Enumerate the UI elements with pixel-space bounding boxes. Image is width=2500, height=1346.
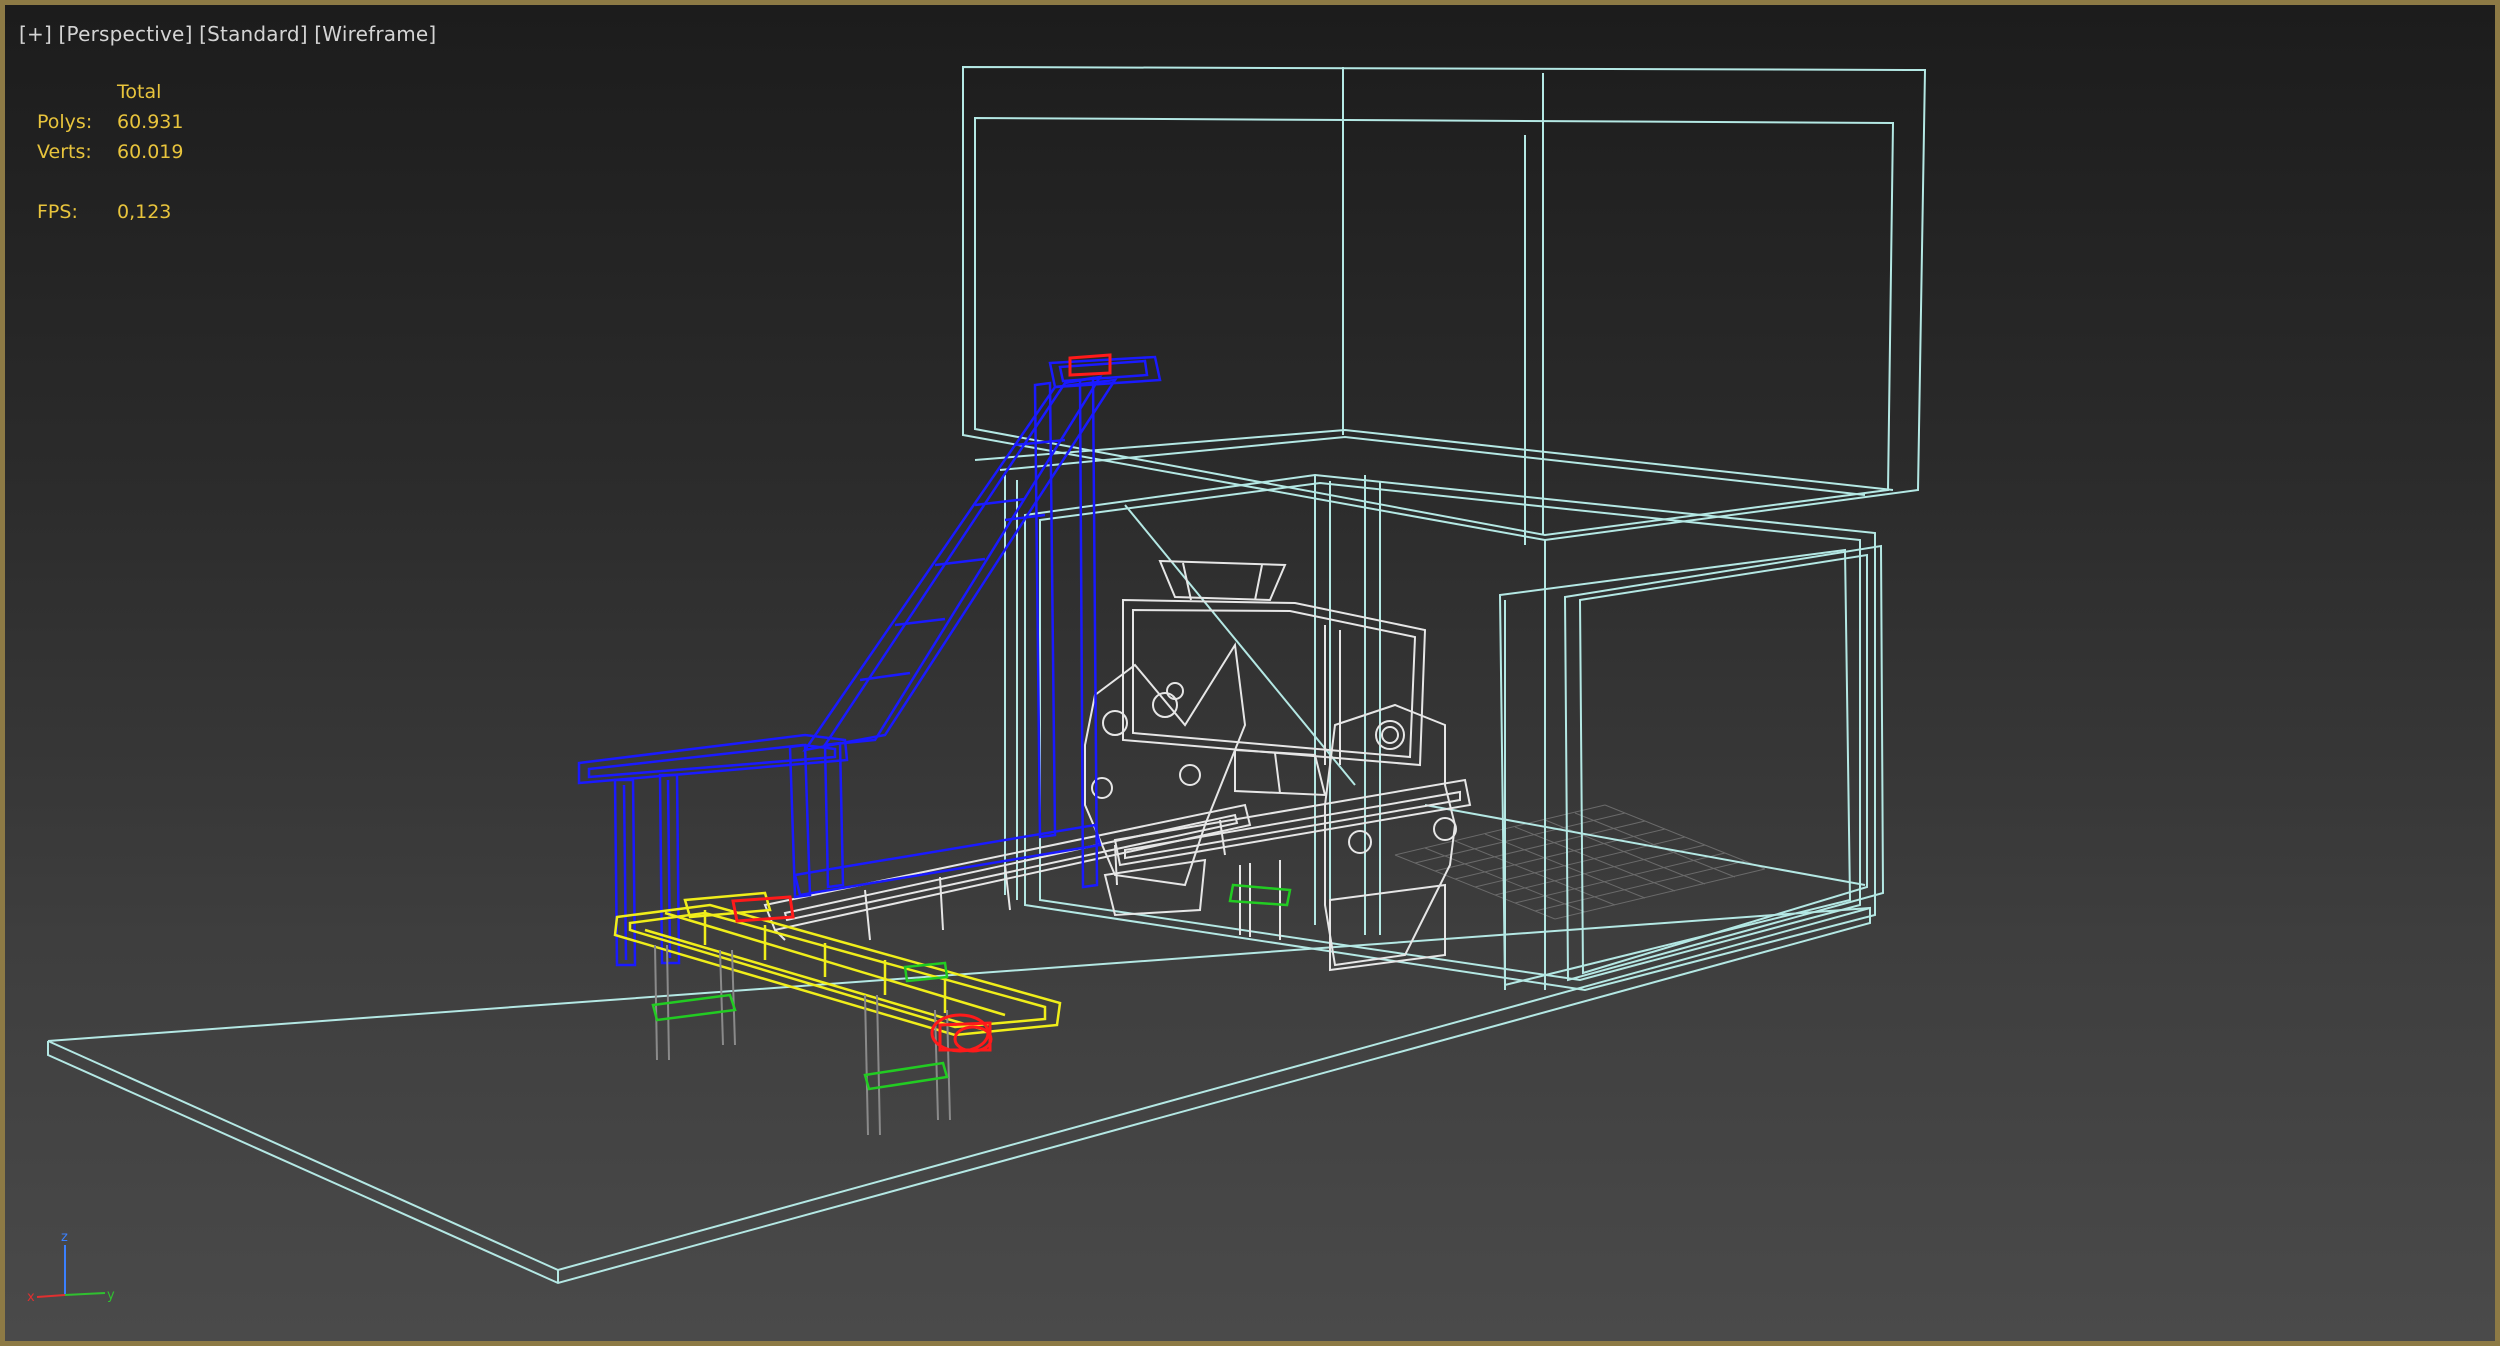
stats-fps-value: 0,123 xyxy=(117,201,172,223)
feeder-conveyor[interactable] xyxy=(613,891,1062,1037)
axis-gizmo: z y x xyxy=(27,1230,115,1305)
floor-slab[interactable] xyxy=(47,906,1871,1285)
axis-y-line xyxy=(64,1292,106,1296)
axis-y-label: y xyxy=(107,1288,115,1303)
viewport-shading-label[interactable]: [Standard] xyxy=(199,22,308,46)
machine-body[interactable] xyxy=(1084,559,1472,972)
axis-x-line xyxy=(36,1294,66,1298)
stats-total-header: Total xyxy=(117,81,162,103)
perspective-viewport[interactable]: [+] [Perspective] [Standard] [Wireframe]… xyxy=(0,0,2500,1346)
axis-x-label: x xyxy=(27,1290,35,1305)
stats-fps-label: FPS: xyxy=(37,201,78,223)
stats-polys-value: 60.931 xyxy=(117,111,184,133)
viewport-menu-plus[interactable]: [+] xyxy=(19,22,52,46)
stats-verts-label: Verts: xyxy=(37,141,92,163)
stats-verts-value: 60.019 xyxy=(117,141,184,163)
axis-z-label: z xyxy=(61,1230,68,1245)
stats-polys-label: Polys: xyxy=(37,111,93,133)
viewport-view-label[interactable]: [Perspective] xyxy=(59,22,193,46)
viewport-render-mode-label[interactable]: [Wireframe] xyxy=(314,22,436,46)
viewport-label-bar[interactable]: [+] [Perspective] [Standard] [Wireframe] xyxy=(19,22,436,46)
scene-wireframe[interactable] xyxy=(5,5,2495,1341)
